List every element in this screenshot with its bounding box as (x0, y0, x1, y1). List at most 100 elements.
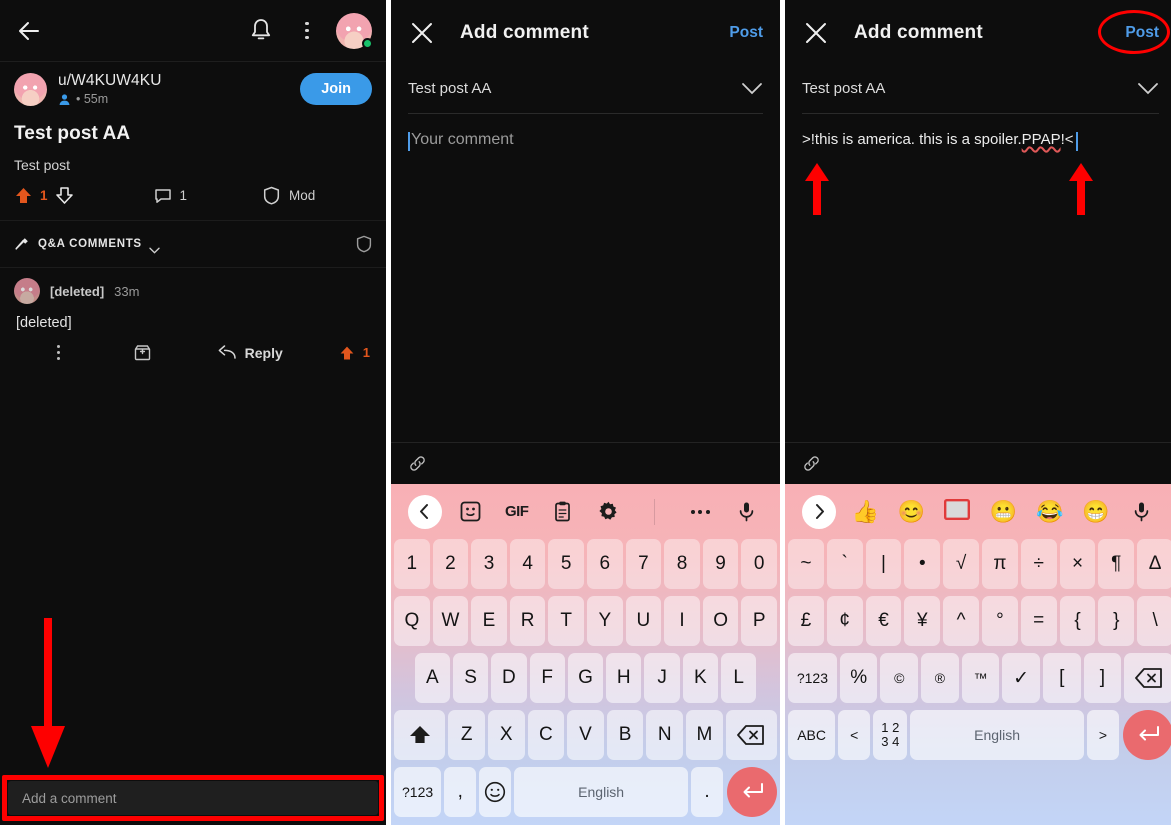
key-delta[interactable]: Δ (1137, 539, 1171, 589)
key-8[interactable]: 8 (664, 539, 700, 589)
post-button[interactable]: Post (1125, 24, 1159, 42)
key-cent[interactable]: ¢ (826, 596, 863, 646)
key-degree[interactable]: ° (982, 596, 1018, 646)
key-w[interactable]: W (432, 596, 469, 646)
link-icon[interactable] (408, 454, 427, 473)
key-bracket-close[interactable]: ] (1083, 653, 1122, 703)
key-h[interactable]: H (606, 653, 642, 703)
comment-textarea[interactable]: >!this is america. this is a spoiler. PP… (785, 114, 1171, 151)
join-button[interactable]: Join (300, 73, 372, 105)
kb-emoji-grin[interactable]: 😁 (1073, 484, 1119, 539)
greater-than-key[interactable]: > (1086, 710, 1120, 760)
key-k[interactable]: K (682, 653, 719, 703)
key-v[interactable]: V (567, 710, 604, 760)
close-icon[interactable] (408, 19, 436, 47)
key-b[interactable]: B (606, 710, 644, 760)
kb-gif-button[interactable]: GIF (494, 484, 540, 539)
emoji-key[interactable] (479, 767, 512, 817)
symbols-key[interactable]: ?123 (394, 767, 442, 817)
user-avatar[interactable] (336, 12, 373, 49)
space-key[interactable]: English (910, 710, 1084, 760)
add-comment-input[interactable]: Add a comment (8, 781, 378, 815)
key-copyright[interactable]: © (880, 653, 919, 703)
key-u[interactable]: U (625, 596, 662, 646)
key-3[interactable]: 3 (471, 539, 507, 589)
key-pi[interactable]: π (982, 539, 1018, 589)
key-backslash[interactable]: \ (1137, 596, 1171, 646)
composer-subject-row[interactable]: Test post AA (785, 66, 1171, 113)
chevron-down-icon[interactable] (741, 82, 763, 95)
key-i[interactable]: I (664, 596, 700, 646)
symbols-toggle-key[interactable]: ?123 (787, 653, 837, 703)
key-divide[interactable]: ÷ (1020, 539, 1057, 589)
key-m[interactable]: M (686, 710, 723, 760)
key-x[interactable]: X (487, 710, 525, 760)
period-key[interactable]: . (690, 767, 724, 817)
key-t[interactable]: T (548, 596, 584, 646)
key-9[interactable]: 9 (702, 539, 739, 589)
author-username[interactable]: u/W4KUW4KU (58, 72, 300, 90)
kb-emoji-grimace[interactable]: 😬 (981, 484, 1027, 539)
upvote-icon[interactable] (14, 186, 33, 205)
kb-emoji-smile[interactable]: 😊 (888, 484, 934, 539)
kb-collapse-button[interactable] (402, 484, 448, 539)
key-brace-open[interactable]: { (1059, 596, 1096, 646)
reply-button[interactable]: Reply (218, 345, 283, 361)
close-icon[interactable] (802, 19, 830, 47)
kb-mic-button[interactable] (723, 484, 769, 539)
kb-more-button[interactable] (631, 484, 677, 539)
kb-overflow-button[interactable] (677, 484, 723, 539)
shift-key[interactable] (394, 710, 446, 760)
key-y[interactable]: Y (587, 596, 623, 646)
key-backtick[interactable]: ` (826, 539, 863, 589)
key-c[interactable]: C (527, 710, 565, 760)
back-icon[interactable] (14, 14, 48, 48)
less-than-key[interactable]: < (838, 710, 871, 760)
mod-action[interactable]: Mod (263, 186, 315, 205)
comments-action[interactable]: 1 (154, 187, 187, 205)
key-p[interactable]: P (741, 596, 777, 646)
comment-upvote-icon[interactable] (339, 345, 355, 361)
kb-emoji-thumbsup[interactable]: 👍 (842, 484, 888, 539)
abc-key[interactable]: ABC (788, 710, 836, 760)
mod-shield-icon[interactable] (356, 235, 372, 253)
comment-overflow-icon[interactable] (47, 344, 71, 361)
key-multiply[interactable]: × (1059, 539, 1096, 589)
backspace-key[interactable] (725, 710, 777, 760)
comment-author-avatar[interactable] (14, 278, 40, 304)
space-key[interactable]: English (514, 767, 688, 817)
key-tilde[interactable]: ~ (788, 539, 824, 589)
comment-vote[interactable]: 1 (339, 345, 370, 361)
kb-mic-button[interactable] (1119, 484, 1165, 539)
key-bracket-open[interactable]: [ (1042, 653, 1081, 703)
composer-subject-row[interactable]: Test post AA (391, 66, 780, 113)
comma-key[interactable]: , (444, 767, 477, 817)
key-r[interactable]: R (509, 596, 546, 646)
kb-expand-button[interactable] (796, 484, 842, 539)
key-o[interactable]: O (702, 596, 739, 646)
key-pipe[interactable]: | (865, 539, 902, 589)
backspace-key[interactable] (1124, 653, 1171, 703)
award-gift-icon[interactable] (133, 343, 152, 362)
key-caret[interactable]: ^ (943, 596, 979, 646)
comment-textarea[interactable]: Your comment (391, 114, 780, 151)
key-euro[interactable]: € (865, 596, 902, 646)
key-e[interactable]: E (471, 596, 507, 646)
key-bullet[interactable]: • (904, 539, 941, 589)
downvote-icon[interactable] (55, 186, 74, 205)
comment-author[interactable]: [deleted] (50, 284, 104, 299)
link-icon[interactable] (802, 454, 821, 473)
numbers-key[interactable]: 1 23 4 (873, 710, 908, 760)
key-1[interactable]: 1 (394, 539, 430, 589)
key-6[interactable]: 6 (587, 539, 623, 589)
key-j[interactable]: J (644, 653, 680, 703)
post-button[interactable]: Post (729, 24, 763, 42)
enter-key[interactable] (1122, 710, 1171, 760)
key-brace-close[interactable]: } (1098, 596, 1135, 646)
key-pilcrow[interactable]: ¶ (1098, 539, 1135, 589)
enter-key[interactable] (726, 767, 777, 817)
key-s[interactable]: S (452, 653, 489, 703)
key-a[interactable]: A (414, 653, 450, 703)
kb-clipboard-button[interactable] (540, 484, 586, 539)
key-q[interactable]: Q (394, 596, 430, 646)
